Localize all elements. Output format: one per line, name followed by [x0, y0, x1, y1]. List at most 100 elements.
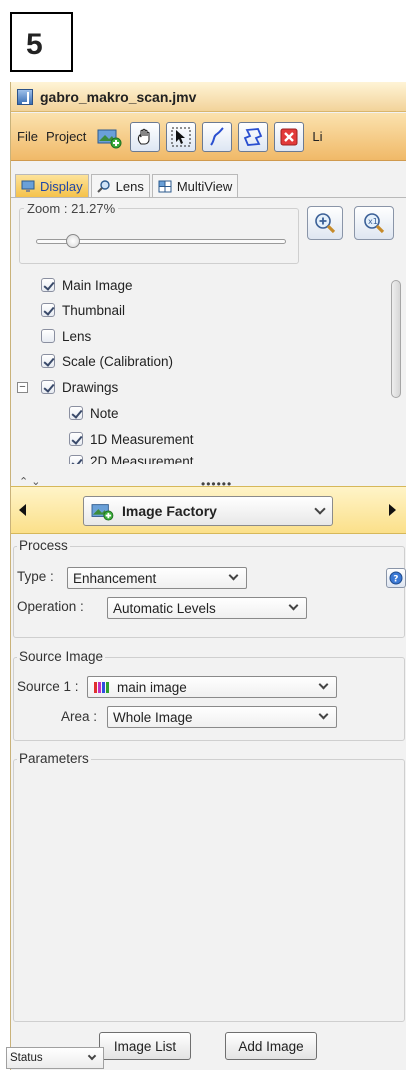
- thumbnail-checkbox[interactable]: [41, 303, 55, 317]
- layer-label: 2D Measurement: [90, 454, 194, 464]
- chevron-down-icon: [318, 709, 329, 720]
- tab-lens[interactable]: Lens: [90, 174, 150, 197]
- layer-label: 1D Measurement: [90, 431, 194, 447]
- layer-tree: Main Image Thumbnail Lens Scale (Calibra…: [11, 274, 406, 486]
- menu-toolbar: File Project Li: [11, 113, 406, 161]
- factory-select-value: Image Factory: [122, 503, 217, 519]
- layer-note[interactable]: Note: [69, 402, 119, 424]
- layer-lens[interactable]: Lens: [41, 325, 91, 347]
- factory-select[interactable]: Image Factory: [83, 496, 333, 526]
- add-image-button-label: Add Image: [238, 1038, 304, 1054]
- 2d-measurement-checkbox[interactable]: [69, 455, 83, 464]
- chevron-down-icon: [228, 570, 239, 581]
- tab-multiview[interactable]: MultiView: [151, 174, 239, 197]
- window-title: gabro_makro_scan.jmv: [40, 88, 197, 105]
- process-group: Process: [13, 538, 405, 638]
- type-label: Type :: [17, 569, 54, 584]
- svg-text:x1: x1: [368, 217, 378, 226]
- source-image-group: Source Image: [13, 649, 405, 741]
- chevron-down-icon: [288, 600, 299, 611]
- operation-select-value: Automatic Levels: [113, 600, 216, 616]
- freehand-line-icon[interactable]: [202, 121, 233, 152]
- zoom-in-button[interactable]: [307, 206, 343, 240]
- help-icon: ?: [389, 571, 403, 585]
- process-group-label: Process: [17, 538, 70, 553]
- layer-label: Note: [90, 405, 119, 421]
- layer-label: Scale (Calibration): [62, 353, 174, 369]
- select-cursor-icon[interactable]: [166, 121, 197, 152]
- rgb-image-icon: [94, 681, 109, 693]
- help-button[interactable]: ?: [386, 568, 406, 588]
- note-checkbox[interactable]: [69, 406, 83, 420]
- menu-file[interactable]: File: [17, 129, 38, 144]
- hand-pan-icon[interactable]: [130, 121, 161, 152]
- app-panel: gabro_makro_scan.jmv File Project Li Dis…: [10, 82, 406, 1070]
- layer-label: Lens: [62, 328, 92, 344]
- area-label: Area :: [61, 709, 98, 724]
- chevron-down-icon: [87, 1051, 97, 1061]
- polygon-icon[interactable]: [238, 121, 269, 152]
- image-list-button[interactable]: Image List: [99, 1032, 191, 1060]
- lens-checkbox[interactable]: [41, 329, 55, 343]
- view-tabs: Display Lens MultiView: [11, 174, 406, 198]
- layer-label: Drawings: [62, 379, 119, 395]
- status-select-value: Status: [10, 1052, 43, 1064]
- parameters-group: Parameters: [13, 751, 405, 1022]
- tab-lens-label: Lens: [115, 178, 144, 194]
- title-bar: gabro_makro_scan.jmv: [11, 82, 406, 112]
- delete-icon[interactable]: [274, 121, 305, 152]
- tab-display-label: Display: [40, 178, 83, 194]
- tab-display[interactable]: Display: [15, 174, 89, 197]
- previous-arrow-icon[interactable]: [19, 504, 26, 516]
- layer-main-image[interactable]: Main Image: [41, 274, 133, 296]
- factory-bar: Image Factory: [11, 486, 406, 534]
- zoom-reset-icon: x1: [364, 213, 385, 234]
- magnifier-icon: [96, 179, 110, 193]
- status-select[interactable]: Status: [6, 1047, 104, 1069]
- multiview-icon: [158, 180, 172, 192]
- tab-multiview-label: MultiView: [176, 178, 233, 194]
- layer-thumbnail[interactable]: Thumbnail: [41, 299, 125, 321]
- zoom-label: Zoom : 21.27%: [24, 201, 119, 216]
- svg-text:?: ?: [393, 575, 398, 585]
- source-label: Source 1 :: [17, 679, 79, 694]
- zoom-reset-button[interactable]: x1: [354, 206, 394, 240]
- parameters-group-label: Parameters: [17, 751, 91, 766]
- area-select[interactable]: Whole Image: [107, 706, 337, 728]
- layer-label: Thumbnail: [62, 302, 126, 318]
- display-icon: [21, 180, 35, 192]
- next-arrow-icon[interactable]: [389, 504, 396, 516]
- main-image-checkbox[interactable]: [41, 278, 55, 292]
- add-image-button[interactable]: Add Image: [225, 1032, 317, 1060]
- layer-scrollbar[interactable]: [391, 280, 401, 398]
- layer-1d-measurement[interactable]: 1D Measurement: [69, 428, 194, 450]
- source-select[interactable]: main image: [87, 676, 337, 698]
- layer-label: Main Image: [62, 277, 133, 293]
- image-list-button-label: Image List: [113, 1038, 177, 1054]
- app-icon: [17, 88, 33, 105]
- layer-2d-measurement[interactable]: 2D Measurement: [69, 452, 194, 464]
- zoom-in-icon: [315, 213, 336, 234]
- zoom-slider-thumb[interactable]: [66, 234, 80, 248]
- add-image-icon[interactable]: [94, 122, 124, 152]
- drawings-checkbox[interactable]: [41, 380, 55, 394]
- operation-label: Operation :: [17, 599, 84, 614]
- image-factory-icon: [91, 504, 114, 521]
- chevron-down-icon: [318, 679, 329, 690]
- menu-overflow[interactable]: Li: [312, 129, 322, 144]
- step-number-label: 5: [10, 12, 73, 72]
- menu-project[interactable]: Project: [46, 129, 86, 144]
- zoom-group: Zoom : 21.27%: [19, 201, 299, 264]
- chevron-down-icon: [314, 503, 326, 515]
- scale-checkbox[interactable]: [41, 354, 55, 368]
- layer-scale[interactable]: Scale (Calibration): [41, 350, 173, 372]
- 1d-measurement-checkbox[interactable]: [69, 432, 83, 446]
- collapse-toggle-icon[interactable]: −: [17, 382, 28, 393]
- area-select-value: Whole Image: [113, 709, 193, 725]
- type-select-value: Enhancement: [73, 570, 157, 586]
- type-select[interactable]: Enhancement: [67, 567, 247, 589]
- source-image-group-label: Source Image: [17, 649, 106, 664]
- source-select-value: main image: [117, 679, 187, 695]
- operation-select[interactable]: Automatic Levels: [107, 597, 307, 619]
- layer-drawings[interactable]: Drawings: [41, 376, 118, 398]
